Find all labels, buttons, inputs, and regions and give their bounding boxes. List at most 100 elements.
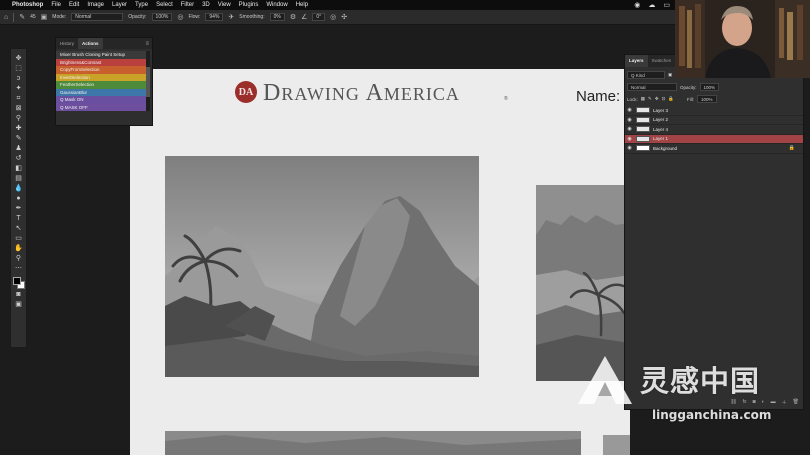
type-tool-icon[interactable]: T bbox=[13, 215, 24, 223]
record-icon[interactable]: ◉ bbox=[634, 1, 640, 9]
color-swatches[interactable] bbox=[12, 277, 25, 289]
menu-layer[interactable]: Layer bbox=[112, 2, 127, 8]
smoothing-field[interactable]: 0% bbox=[269, 13, 285, 21]
display-icon[interactable]: ▭ bbox=[663, 1, 670, 9]
quick-mask-icon[interactable]: ◙ bbox=[13, 291, 24, 299]
opacity-field[interactable]: 100% bbox=[151, 13, 173, 21]
brush-tool-icon[interactable]: ✎ bbox=[13, 135, 24, 143]
cloud-icon[interactable]: ☁ bbox=[648, 1, 655, 9]
action-item[interactable]: Mixer Brush Cloning Paint Setup bbox=[56, 51, 148, 59]
brush-tool-icon[interactable]: ✎ bbox=[19, 13, 25, 21]
lock-row: Lock: ▦ ✎ ✥ ⊡ 🔒 Fill: 100% bbox=[627, 95, 717, 103]
visibility-eye-icon[interactable]: ◉ bbox=[625, 117, 634, 123]
frame-tool-icon[interactable]: ⊠ bbox=[13, 105, 24, 113]
flow-field[interactable]: 94% bbox=[205, 13, 224, 21]
blend-mode-select[interactable]: Normal bbox=[627, 83, 677, 91]
path-select-tool-icon[interactable]: ↖ bbox=[13, 225, 24, 233]
pressure-size-icon[interactable]: ◎ bbox=[330, 13, 336, 21]
eyedropper-tool-icon[interactable]: ⚲ bbox=[13, 115, 24, 123]
landscape-painting-4 bbox=[603, 435, 630, 455]
menu-image[interactable]: Image bbox=[87, 2, 104, 8]
filter-pixel-icon[interactable]: ▣ bbox=[668, 72, 672, 78]
layer-row[interactable]: ◉ Layer 4 bbox=[625, 125, 803, 135]
symmetry-icon[interactable]: ✣ bbox=[341, 13, 347, 21]
menu-type[interactable]: Type bbox=[135, 2, 148, 8]
lasso-tool-icon[interactable]: ↄ bbox=[13, 75, 24, 83]
gradient-tool-icon[interactable]: ▤ bbox=[13, 175, 24, 183]
menu-help[interactable]: Help bbox=[296, 2, 308, 8]
mode-select[interactable]: Normal bbox=[71, 13, 124, 21]
healing-tool-icon[interactable]: ✚ bbox=[13, 125, 24, 133]
actions-scrollbar[interactable] bbox=[146, 51, 150, 111]
action-item[interactable]: Q Mask ON bbox=[56, 96, 148, 104]
action-item[interactable]: FeatherSelection bbox=[56, 81, 148, 89]
move-tool-icon[interactable]: ✥ bbox=[13, 55, 24, 63]
lock-artboard-icon[interactable]: ⊡ bbox=[662, 96, 666, 102]
menu-file[interactable]: File bbox=[51, 2, 61, 8]
layer-opacity-field[interactable]: 100% bbox=[699, 83, 720, 91]
brush-settings-icon[interactable]: ▣ bbox=[41, 13, 48, 21]
hand-tool-icon[interactable]: ✋ bbox=[13, 245, 24, 253]
brush-size[interactable]: 45 bbox=[30, 14, 36, 20]
dodge-tool-icon[interactable]: ● bbox=[13, 195, 24, 203]
pressure-opacity-icon[interactable]: ◎ bbox=[177, 13, 183, 21]
menu-select[interactable]: Select bbox=[156, 2, 173, 8]
blur-tool-icon[interactable]: 💧 bbox=[13, 185, 24, 193]
visibility-eye-icon[interactable]: ◉ bbox=[625, 145, 634, 151]
tab-layers[interactable]: Layers bbox=[625, 55, 648, 67]
add-mask-icon[interactable]: ◙ bbox=[753, 399, 756, 406]
adjustment-layer-icon[interactable]: ◐ bbox=[762, 399, 765, 406]
more-tools-icon[interactable]: ⋯ bbox=[13, 265, 24, 273]
shape-tool-icon[interactable]: ▭ bbox=[13, 235, 24, 243]
eraser-tool-icon[interactable]: ◧ bbox=[13, 165, 24, 173]
fx-icon[interactable]: fx bbox=[743, 399, 747, 406]
pen-tool-icon[interactable]: ✒ bbox=[13, 205, 24, 213]
menu-filter[interactable]: Filter bbox=[181, 2, 194, 8]
lock-all-icon[interactable]: 🔒 bbox=[668, 96, 674, 102]
layer-row[interactable]: ◉ Layer 2 bbox=[625, 116, 803, 125]
menu-app[interactable]: Photoshop bbox=[12, 2, 43, 8]
lock-position-icon[interactable]: ✥ bbox=[655, 96, 659, 102]
visibility-eye-icon[interactable]: ◉ bbox=[625, 107, 634, 113]
menu-3d[interactable]: 3D bbox=[202, 2, 210, 8]
menu-plugins[interactable]: Plugins bbox=[239, 2, 259, 8]
airbrush-icon[interactable]: ✈ bbox=[228, 13, 234, 21]
fill-field[interactable]: 100% bbox=[696, 95, 717, 103]
stamp-tool-icon[interactable]: ♟ bbox=[13, 145, 24, 153]
layer-row-selected[interactable]: ◉ Layer 1 bbox=[625, 134, 803, 144]
crop-tool-icon[interactable]: ⌗ bbox=[13, 95, 24, 103]
layer-row[interactable]: ◉ Background 🔒 bbox=[625, 144, 803, 154]
zoom-tool-icon[interactable]: ⚲ bbox=[13, 255, 24, 263]
home-icon[interactable]: ⌂ bbox=[4, 14, 8, 21]
foreground-color-swatch[interactable] bbox=[12, 277, 21, 285]
tab-actions[interactable]: Actions bbox=[78, 38, 103, 49]
lock-transparency-icon[interactable]: ▦ bbox=[641, 96, 645, 102]
link-layers-icon[interactable]: ⛓ bbox=[730, 399, 736, 406]
menu-edit[interactable]: Edit bbox=[69, 2, 79, 8]
visibility-eye-icon[interactable]: ◉ bbox=[625, 126, 634, 132]
layer-filter-select[interactable]: Q Kind bbox=[627, 71, 665, 79]
angle-field[interactable]: 0° bbox=[312, 13, 326, 21]
action-item[interactable]: CopyFromSelection bbox=[56, 66, 148, 74]
scrollbar-thumb[interactable] bbox=[146, 67, 150, 97]
smoothing-settings-icon[interactable]: ⚙ bbox=[290, 13, 296, 21]
menu-window[interactable]: Window bbox=[266, 2, 287, 8]
new-group-icon[interactable]: ▬ bbox=[771, 399, 776, 406]
action-item[interactable]: InvertSelection bbox=[56, 73, 148, 81]
screen-mode-icon[interactable]: ▣ bbox=[13, 301, 24, 309]
quick-select-tool-icon[interactable]: ✦ bbox=[13, 85, 24, 93]
marquee-tool-icon[interactable]: ⬚ bbox=[13, 65, 24, 73]
tab-history[interactable]: History bbox=[56, 38, 78, 49]
tab-swatches[interactable]: Swatches bbox=[648, 55, 676, 67]
action-item[interactable]: GaussianBlur bbox=[56, 88, 148, 96]
lock-pixels-icon[interactable]: ✎ bbox=[648, 96, 652, 102]
action-item[interactable]: Q MASK OFF bbox=[56, 103, 148, 111]
history-brush-tool-icon[interactable]: ↺ bbox=[13, 155, 24, 163]
menu-view[interactable]: View bbox=[218, 2, 231, 8]
action-item[interactable]: Brightness&Contrast bbox=[56, 58, 148, 66]
delete-layer-icon[interactable]: 🗑 bbox=[793, 399, 799, 406]
panel-menu-icon[interactable]: ≡ bbox=[145, 41, 149, 47]
new-layer-icon[interactable]: ＋ bbox=[782, 399, 787, 406]
layer-row[interactable]: ◉ Layer 3 bbox=[625, 106, 803, 116]
visibility-eye-icon[interactable]: ◉ bbox=[625, 136, 634, 142]
